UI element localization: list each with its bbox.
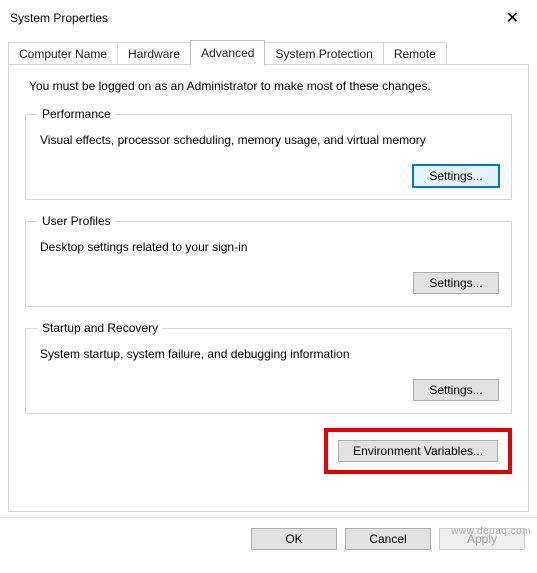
title-bar: System Properties ✕: [0, 0, 537, 34]
group-performance-desc: Visual effects, processor scheduling, me…: [40, 133, 499, 147]
group-user-profiles-legend: User Profiles: [38, 214, 115, 228]
group-user-profiles-desc: Desktop settings related to your sign-in: [40, 240, 499, 254]
apply-button[interactable]: Apply: [439, 528, 525, 550]
performance-settings-button[interactable]: Settings...: [413, 165, 499, 187]
group-startup-recovery: Startup and Recovery System startup, sys…: [25, 321, 512, 414]
tab-hardware[interactable]: Hardware: [117, 42, 191, 65]
highlight-frame: Environment Variables...: [324, 428, 512, 474]
intro-text: You must be logged on as an Administrato…: [29, 79, 512, 93]
environment-variables-row: Environment Variables...: [25, 428, 512, 474]
startup-recovery-settings-button[interactable]: Settings...: [413, 379, 499, 401]
group-performance: Performance Visual effects, processor sc…: [25, 107, 512, 200]
tab-panel-advanced: You must be logged on as an Administrato…: [8, 64, 529, 512]
ok-button[interactable]: OK: [251, 528, 337, 550]
dialog-button-row: OK Cancel Apply: [0, 517, 537, 560]
tab-advanced[interactable]: Advanced: [190, 40, 265, 65]
tab-strip: Computer Name Hardware Advanced System P…: [0, 40, 537, 65]
close-icon[interactable]: ✕: [498, 6, 527, 30]
tab-computer-name[interactable]: Computer Name: [8, 42, 118, 65]
user-profiles-settings-button[interactable]: Settings...: [413, 272, 499, 294]
group-user-profiles: User Profiles Desktop settings related t…: [25, 214, 512, 307]
cancel-button[interactable]: Cancel: [345, 528, 431, 550]
group-startup-recovery-legend: Startup and Recovery: [38, 321, 162, 335]
window-title: System Properties: [10, 11, 108, 25]
group-performance-legend: Performance: [38, 107, 115, 121]
group-startup-recovery-desc: System startup, system failure, and debu…: [40, 347, 499, 361]
tab-system-protection[interactable]: System Protection: [264, 42, 383, 65]
environment-variables-button[interactable]: Environment Variables...: [338, 440, 498, 462]
tab-remote[interactable]: Remote: [383, 42, 447, 65]
